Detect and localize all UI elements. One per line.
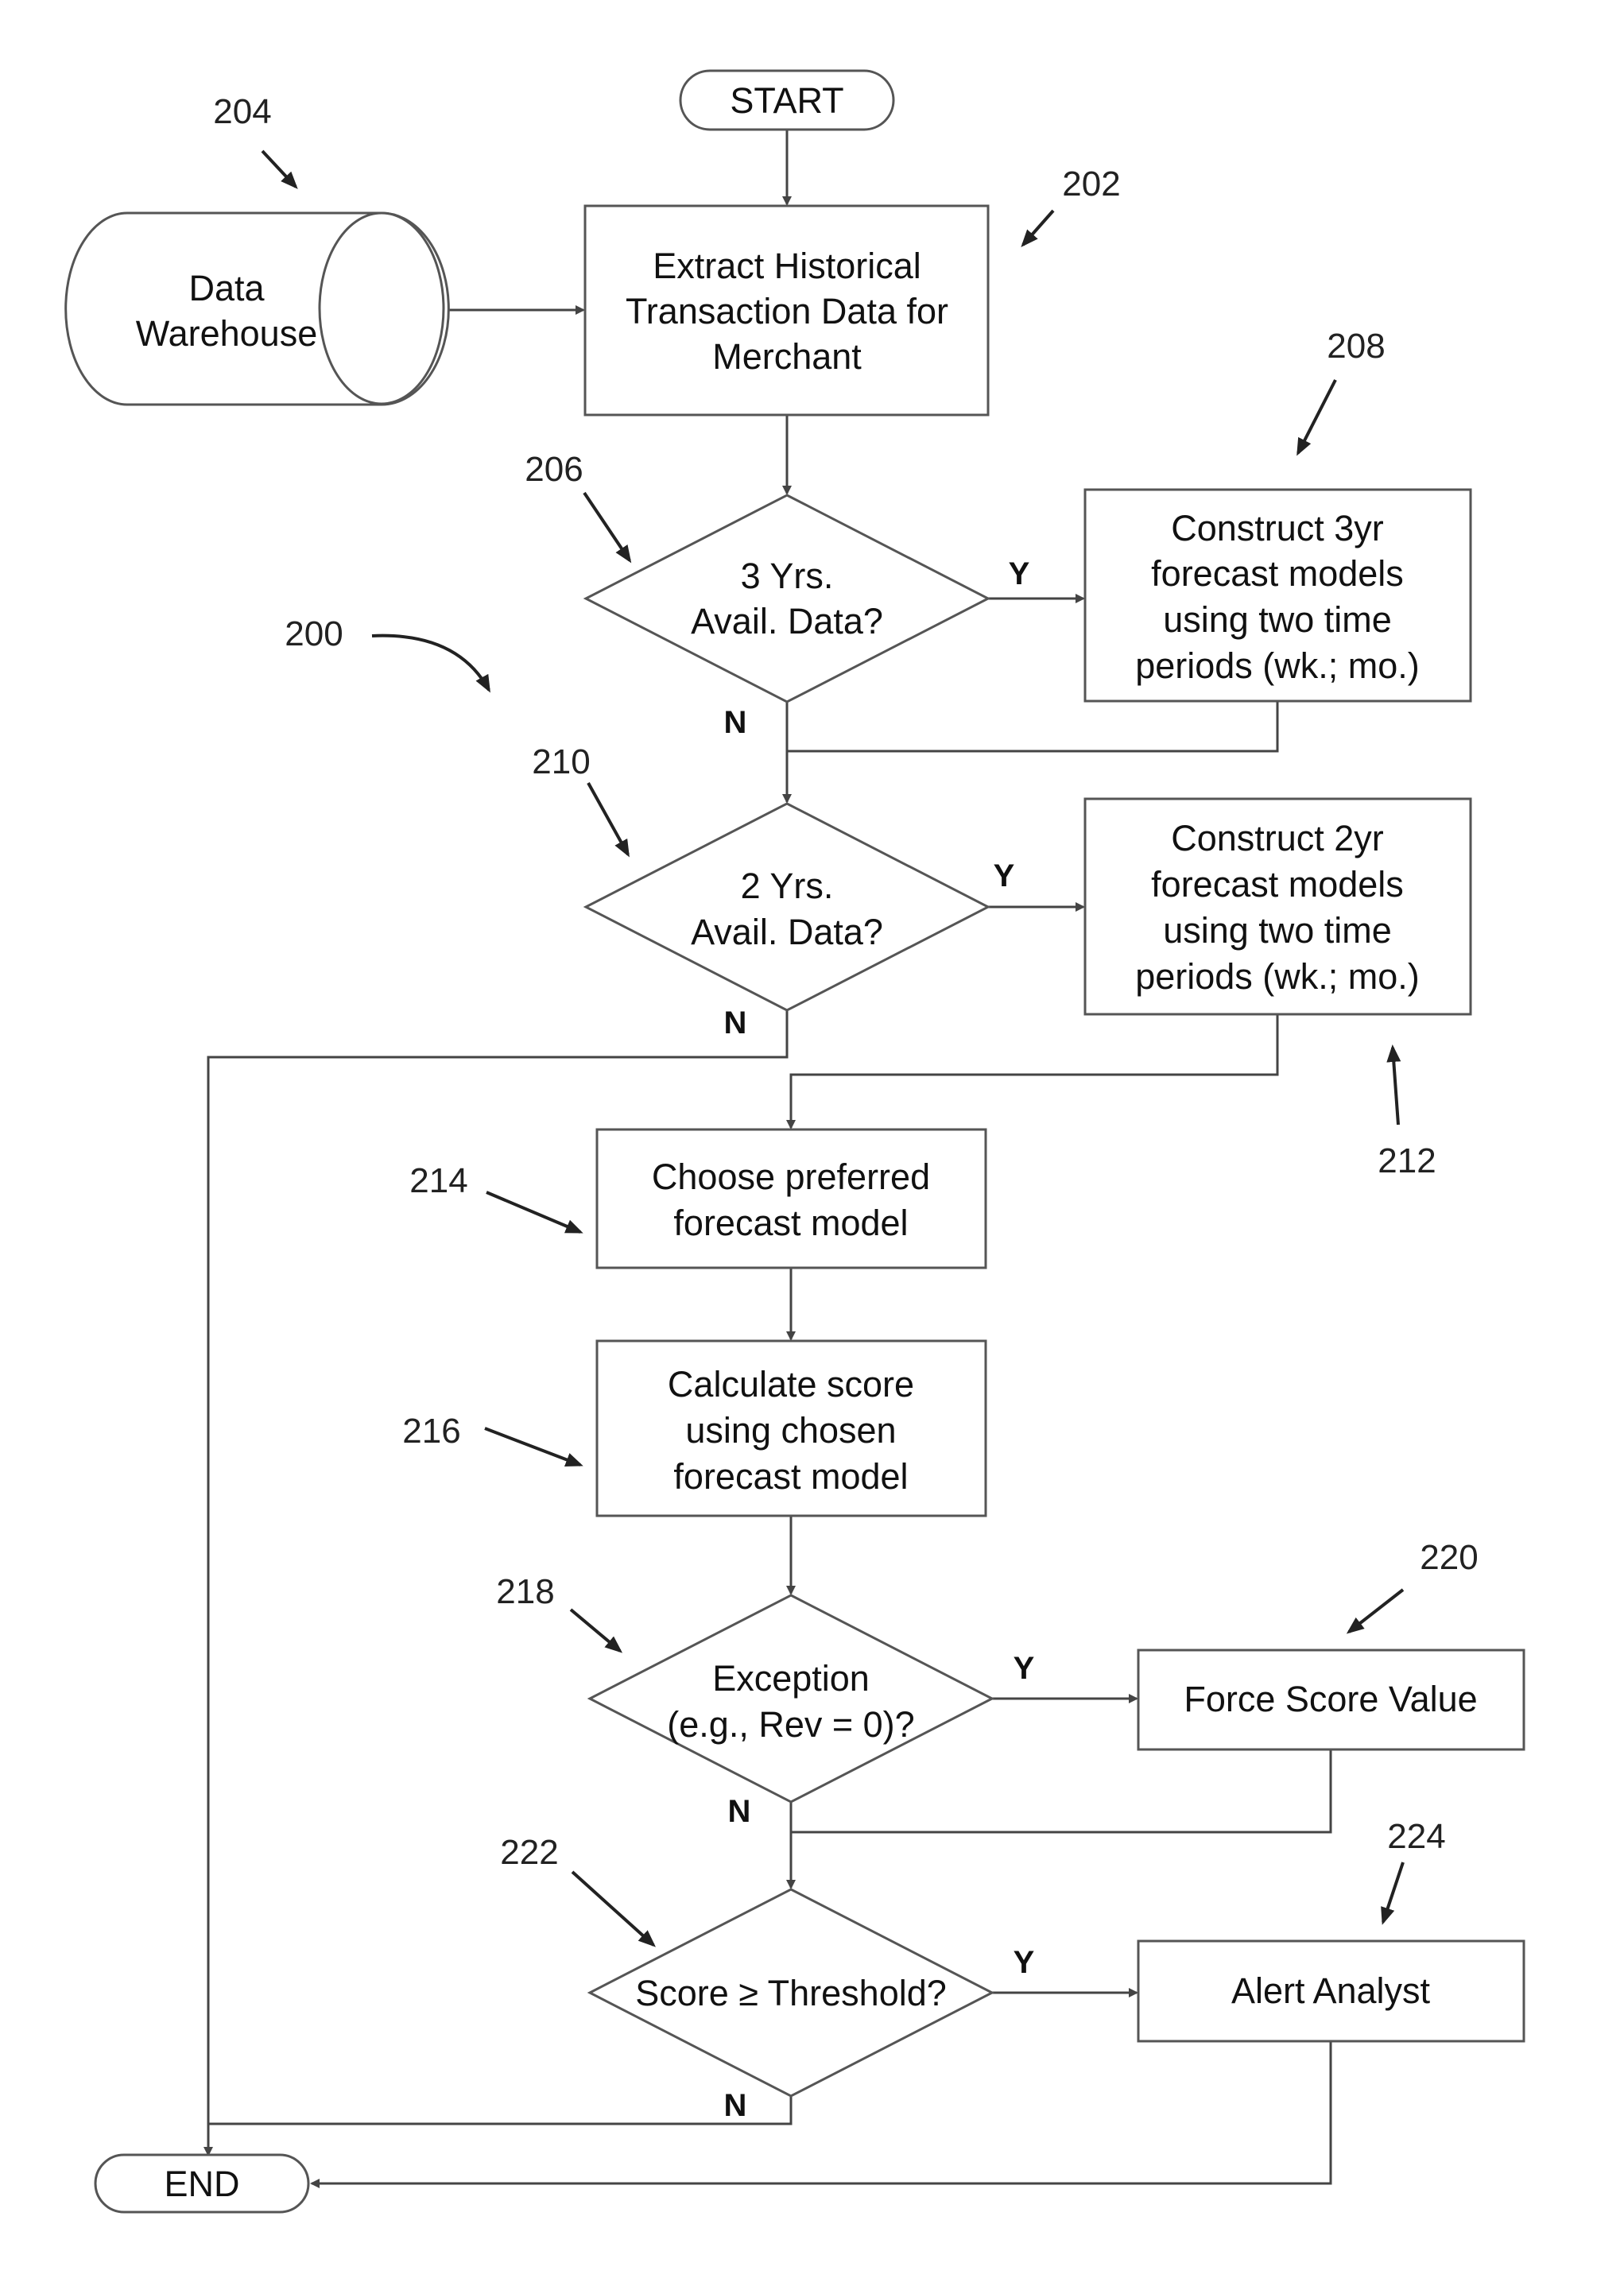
construct-3yr-line4: periods (wk.; mo.) (1135, 645, 1420, 686)
construct-3yr-line3: using two time (1163, 599, 1392, 640)
warehouse-label-line2: Warehouse (136, 313, 317, 354)
warehouse-label-line1: Data (188, 268, 265, 308)
end-label: END (164, 2164, 239, 2204)
construct-2yr-line3: using two time (1163, 910, 1392, 951)
extract-box: Extract Historical Transaction Data for … (583, 204, 990, 417)
decision-3yr-yes: Y (1009, 556, 1030, 591)
decision-exception-line1: Exception (712, 1658, 870, 1699)
construct-3yr-box: Construct 3yr forecast models using two … (1083, 488, 1472, 703)
start-label: START (730, 80, 843, 121)
pointer-204-icon (261, 149, 298, 189)
choose-model-line2: forecast model (673, 1203, 908, 1243)
pointer-214-icon (486, 1191, 583, 1234)
start-terminal: START (679, 69, 895, 131)
decision-exception: Exception (e.g., Rev = 0)? Y N (587, 1594, 1035, 1829)
decision-2yr-line1: 2 Yrs. (741, 866, 834, 906)
connector-construct3-merge (787, 701, 1279, 753)
decision-threshold: Score ≥ Threshold? Y N (587, 1888, 1035, 2123)
pointer-218-icon (569, 1608, 623, 1653)
decision-exception-no: N (728, 1794, 751, 1829)
ref-218: 218 (496, 1572, 554, 1611)
pointer-222-icon (571, 1870, 656, 1947)
data-warehouse-cylinder: Data Warehouse (64, 211, 450, 406)
decision-exception-line2: (e.g., Rev = 0)? (667, 1704, 914, 1745)
decision-exception-yes: Y (1014, 1651, 1035, 1686)
ref-224: 224 (1387, 1817, 1445, 1856)
force-score-label: Force Score Value (1184, 1679, 1477, 1719)
end-terminal: END (94, 2153, 310, 2214)
construct-2yr-line1: Construct 2yr (1171, 818, 1384, 858)
calculate-score-line3: forecast model (673, 1456, 908, 1497)
decision-threshold-no: N (724, 2088, 747, 2123)
ref-212: 212 (1378, 1141, 1436, 1180)
connector-construct2-choose (786, 1014, 1279, 1129)
ref-220: 220 (1420, 1538, 1478, 1577)
decision-2yr-no: N (724, 1005, 747, 1040)
ref-204: 204 (213, 92, 271, 131)
decision-2yr: 2 Yrs. Avail. Data? Y N (583, 802, 1015, 1040)
alert-analyst-box: Alert Analyst (1137, 1939, 1525, 2043)
construct-3yr-line1: Construct 3yr (1171, 508, 1384, 548)
extract-line1: Extract Historical (653, 246, 921, 286)
ref-200: 200 (285, 614, 343, 653)
construct-2yr-line4: periods (wk.; mo.) (1135, 956, 1420, 997)
extract-line2: Transaction Data for (626, 291, 948, 331)
construct-2yr-box: Construct 2yr forecast models using two … (1083, 797, 1472, 1016)
connector-threshold-no (208, 2096, 793, 2125)
calculate-score-line2: using chosen (685, 1410, 896, 1451)
flowchart: START Data Warehouse Extract Historical … (64, 69, 1525, 2214)
decision-3yr-line2: Avail. Data? (691, 601, 883, 641)
pointer-208-icon (1296, 379, 1337, 456)
pointer-212-icon (1386, 1044, 1401, 1126)
alert-analyst-label: Alert Analyst (1231, 1970, 1431, 2011)
pointer-206-icon (583, 491, 632, 564)
pointer-216-icon (484, 1427, 583, 1467)
extract-line3: Merchant (712, 336, 862, 377)
pointer-200-icon (371, 633, 490, 693)
ref-202: 202 (1062, 165, 1120, 203)
construct-3yr-line2: forecast models (1151, 553, 1404, 594)
pointer-202-icon (1021, 209, 1055, 247)
decision-3yr: 3 Yrs. Avail. Data? Y N (583, 494, 1030, 740)
calculate-score-box: Calculate score using chosen forecast mo… (595, 1339, 987, 1517)
ref-208: 208 (1327, 327, 1385, 366)
choose-model-box: Choose preferred forecast model (595, 1128, 987, 1269)
ref-216: 216 (402, 1412, 460, 1451)
calculate-score-line1: Calculate score (668, 1364, 914, 1405)
force-score-box: Force Score Value (1137, 1649, 1525, 1751)
pointer-224-icon (1381, 1862, 1405, 1925)
connector-force-merge (791, 1749, 1332, 1834)
choose-model-line1: Choose preferred (652, 1157, 930, 1197)
construct-2yr-line2: forecast models (1151, 864, 1404, 905)
decision-2yr-line2: Avail. Data? (691, 912, 883, 952)
ref-206: 206 (525, 450, 583, 489)
decision-threshold-yes: Y (1014, 1945, 1035, 1980)
decision-threshold-label: Score ≥ Threshold? (635, 1973, 947, 2013)
decision-3yr-no: N (724, 705, 747, 740)
pointer-210-icon (587, 782, 630, 858)
decision-3yr-line1: 3 Yrs. (741, 556, 834, 596)
decision-2yr-yes: Y (994, 858, 1015, 893)
ref-214: 214 (409, 1161, 467, 1200)
pointer-220-icon (1346, 1588, 1405, 1634)
ref-210: 210 (532, 742, 590, 781)
ref-222: 222 (500, 1833, 558, 1872)
